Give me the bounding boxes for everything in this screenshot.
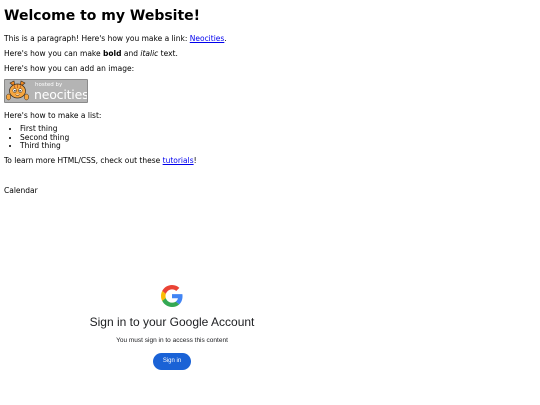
format-text: Here's how you can make bbox=[4, 49, 103, 58]
intro-text: This is a paragraph! Here's how you make… bbox=[4, 34, 190, 43]
format-paragraph: Here's how you can make bold and italic … bbox=[4, 49, 178, 59]
signin-title: Sign in to your Google Account bbox=[89, 315, 255, 329]
signin-subtitle: You must sign in to access this content bbox=[116, 337, 228, 344]
learn-text: To learn more HTML/CSS, check out these bbox=[4, 156, 163, 165]
list-item: Third thing bbox=[20, 142, 69, 151]
format-mid: and bbox=[121, 49, 141, 58]
intro-paragraph: This is a paragraph! Here's how you make… bbox=[4, 34, 227, 44]
hosted-by-neocities-badge: hosted by neocities bbox=[4, 79, 88, 103]
intro-suffix: . bbox=[224, 34, 227, 43]
learn-suffix: ! bbox=[193, 156, 197, 165]
neocities-link[interactable]: Neocities bbox=[190, 34, 225, 43]
format-suffix: text. bbox=[158, 49, 178, 58]
learn-paragraph: To learn more HTML/CSS, check out these … bbox=[4, 156, 197, 166]
thing-list: First thing Second thing Third thing bbox=[4, 124, 69, 151]
image-paragraph: Here's how you can add an image: bbox=[4, 64, 135, 73]
neocities-cat-icon bbox=[6, 80, 29, 101]
google-g-icon bbox=[161, 285, 183, 307]
badge-big-text: neocities bbox=[34, 87, 88, 102]
bold-text: bold bbox=[103, 49, 122, 58]
tutorials-link[interactable]: tutorials bbox=[163, 156, 194, 165]
sign-in-button[interactable]: Sign in bbox=[153, 353, 191, 370]
italic-text: italic bbox=[140, 49, 159, 58]
calendar-label: Calendar bbox=[4, 186, 38, 195]
list-intro: Here's how to make a list: bbox=[4, 111, 102, 120]
page-title: Welcome to my Website! bbox=[4, 8, 201, 24]
